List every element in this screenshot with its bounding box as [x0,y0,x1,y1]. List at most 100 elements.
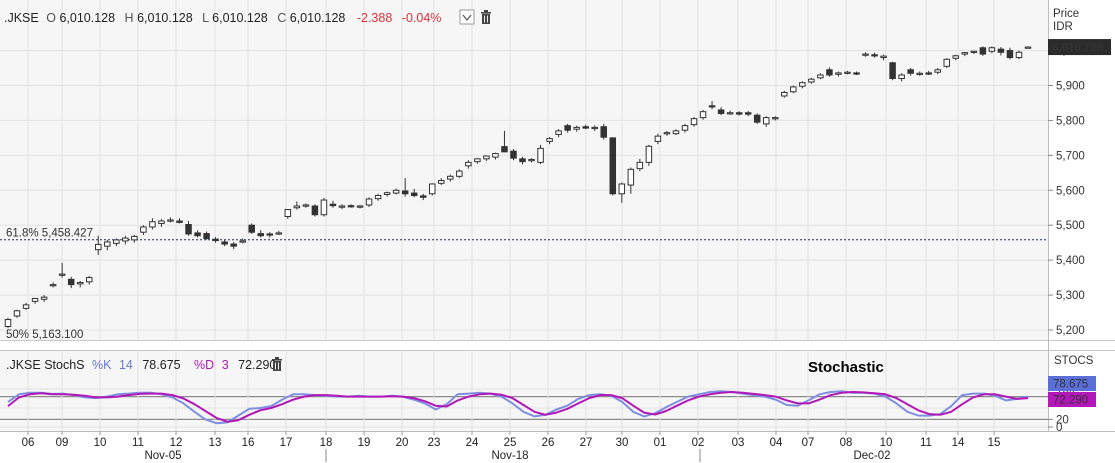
candle[interactable] [609,137,617,196]
stoch-symbol: .JKSE StochS [6,358,85,372]
x-day-label: 02 [692,437,705,449]
stoch-k-period: 14 [119,358,133,372]
candle-body [239,240,246,243]
trash-icon[interactable] [272,357,282,371]
candle-body [356,205,364,208]
candle-body [302,204,310,207]
price-axis-title-1: Price [1053,8,1079,20]
legend-open: 6,010.128 [59,11,115,25]
x-day-label: 27 [580,437,593,449]
candle-body [203,233,210,239]
candle-body [961,52,969,55]
x-day-label: 19 [358,437,371,449]
candle-body [266,233,274,236]
candle-body [95,243,102,251]
candle-body [699,111,707,119]
candle-body [645,145,653,163]
chevron-down-icon[interactable] [459,9,475,25]
price-tick-label: 5,200 [1056,325,1085,337]
x-day-label: 20 [396,437,409,449]
candle-body [338,205,346,208]
candle-body [1006,50,1014,59]
candle-body [230,243,237,247]
candle[interactable] [790,85,797,94]
candle-body [40,296,48,300]
candle[interactable] [4,317,12,329]
candle[interactable] [428,183,436,196]
stoch-d-value: 72.290 [238,358,276,372]
candle-body [438,179,445,184]
x-month-label: Nov-05 [144,450,181,462]
candle-body [988,47,996,52]
candle-body [898,74,905,80]
candle-body [4,319,12,328]
price-tick-label: 5,900 [1056,80,1085,92]
price-tick-label: 5,300 [1056,290,1085,302]
candle-body [347,205,355,208]
candle[interactable] [1024,46,1032,49]
candle-body [67,278,75,286]
candle[interactable] [1015,50,1023,60]
candle[interactable] [456,169,463,179]
candle-body [1015,51,1023,59]
candle-body [501,146,508,153]
candle-body [483,155,490,160]
candle-body [383,192,391,195]
legend-low: 6,010.128 [212,11,268,25]
candle-body [934,69,941,73]
candle[interactable] [248,223,255,234]
price-axis-title-2: IDR [1053,21,1073,33]
candle[interactable] [510,149,517,161]
main-legend: .JKSE O 6,010.128 H 6,010.128 L 6,010.12… [4,11,441,25]
candle-body [122,237,129,242]
candle-body [717,109,725,114]
candle-body [374,195,382,200]
stoch-d-badge-value: 72.290 [1053,395,1088,407]
candle[interactable] [943,58,951,69]
candle-body [853,72,860,75]
candle-body [600,126,608,138]
candle-body [636,161,644,170]
candle-body [762,117,770,125]
legend-symbol: .JKSE [4,11,39,25]
x-day-label: 17 [280,437,293,449]
stoch-k-badge: 78.675 [1048,376,1096,391]
candle[interactable] [645,144,653,166]
candle-body [185,224,192,235]
stock-chart[interactable]: 61.8% 5,458.427 50% 5,163.100 5,200 5,300… [0,0,1115,463]
candle-body [149,221,156,228]
candle-body [979,47,987,55]
x-month-label: Dec-02 [853,450,890,462]
candle-body [58,273,66,276]
legend-close: 6,010.128 [290,11,346,25]
legend-close-label: C [277,11,286,25]
x-day-label: 08 [840,437,853,449]
legend-high: 6,010.128 [137,11,193,25]
candle[interactable] [600,123,608,140]
candle-body [528,159,535,162]
candle-body [708,105,716,108]
price-tick-label: 5,800 [1056,115,1085,127]
x-day-label: 11 [132,437,144,449]
candle[interactable] [311,204,319,217]
x-day-label: 25 [504,437,517,449]
candle-body [826,69,833,76]
candle[interactable] [320,197,328,217]
candle-body [573,126,580,130]
x-day-label: 01 [654,437,667,449]
trash-icon[interactable] [481,10,491,24]
candle[interactable] [889,61,896,81]
candle-body [880,55,887,59]
candle-body [465,161,472,167]
candle-body [22,304,30,309]
candle[interactable] [753,113,761,124]
candle-body [744,112,752,115]
candle-body [311,205,319,216]
candle-body [419,195,427,198]
x-day-label: 18 [320,437,333,449]
candle-body [158,220,165,224]
candle-body [735,112,743,115]
candle-body [799,82,806,87]
stoch-d-badge: 72.290 [1048,392,1096,407]
candle[interactable] [979,46,987,56]
